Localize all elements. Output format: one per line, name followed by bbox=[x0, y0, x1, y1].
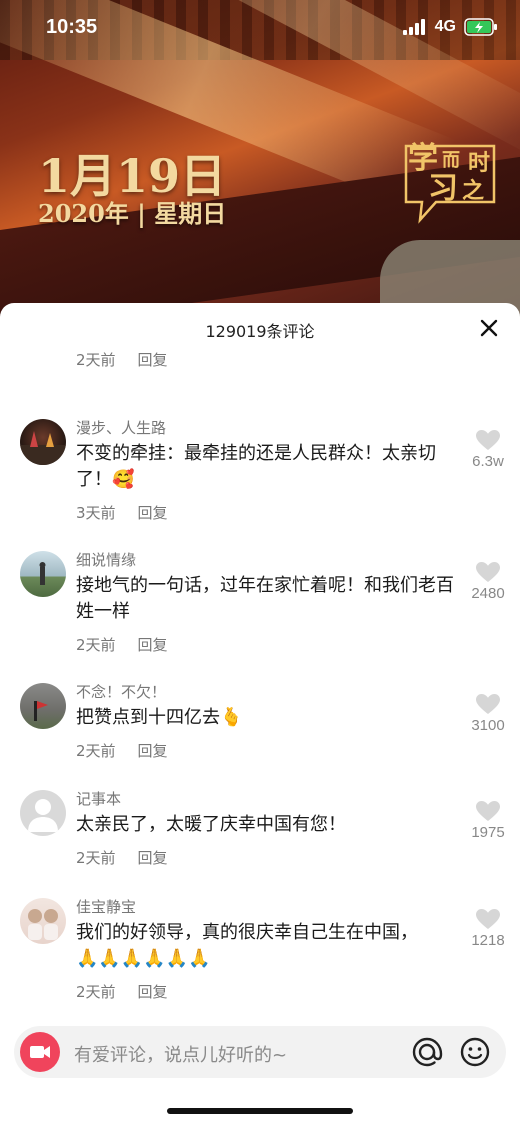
status-indicators: 4G bbox=[402, 18, 498, 36]
comment-body: 太亲民了，太暖了庆幸中国有您！ bbox=[76, 812, 460, 838]
home-indicator[interactable] bbox=[167, 1108, 353, 1114]
reply-button[interactable]: 回复 bbox=[138, 847, 168, 868]
reply-button[interactable]: 回复 bbox=[138, 740, 168, 761]
like-count: 6.3w bbox=[472, 453, 504, 470]
comment-meta: 2天前 回复 bbox=[76, 740, 168, 761]
avatar-image bbox=[20, 431, 66, 465]
comment-meta: 2天前 回复 bbox=[76, 847, 168, 868]
like-count: 3100 bbox=[471, 717, 505, 734]
comment-panel: 129019条评论 2天前 回复 4671 bbox=[0, 303, 520, 1126]
comment-text: 我们的好领导，真的很庆幸自己生在中国， bbox=[76, 922, 418, 943]
comment-time: 2天前 bbox=[76, 636, 116, 654]
heart-icon bbox=[476, 694, 500, 714]
reply-button[interactable]: 回复 bbox=[138, 981, 168, 1002]
comment-author[interactable]: 佳宝静宝 bbox=[76, 896, 136, 917]
network-label: 4G bbox=[434, 18, 456, 35]
video-comment-button[interactable] bbox=[20, 1032, 60, 1072]
emoji-icon[interactable] bbox=[458, 1035, 492, 1069]
comment-meta: 2天前 回复 bbox=[76, 349, 168, 370]
comment-body: 把赞点到十四亿去🫰 bbox=[76, 705, 460, 731]
comment-input[interactable]: 有爱评论，说点儿好听的~ bbox=[74, 1041, 287, 1067]
at-mention-icon[interactable] bbox=[410, 1035, 444, 1069]
heart-icon bbox=[476, 909, 500, 929]
comment-author[interactable]: 细说情缘 bbox=[76, 549, 136, 570]
comment-text: 把赞点到十四亿去 bbox=[76, 707, 220, 728]
comment-time: 2天前 bbox=[76, 983, 116, 1001]
heart-icon bbox=[476, 430, 500, 450]
comment-input-bar[interactable]: 有爱评论，说点儿好听的~ bbox=[14, 1026, 506, 1078]
like-count: 1975 bbox=[471, 824, 505, 841]
comment-count-title: 129019条评论 bbox=[205, 322, 315, 341]
like-button[interactable]: 2480 bbox=[466, 561, 510, 602]
like-count: 2480 bbox=[471, 585, 505, 602]
svg-text:而: 而 bbox=[442, 150, 460, 171]
comment-list[interactable]: 2天前 回复 4671 漫步、人生路 不变的牵挂：最牵挂的还是人民群众！太亲切了… bbox=[0, 343, 520, 1013]
comment-text: 太亲民了，太暖了庆幸中国有您！ bbox=[76, 814, 346, 835]
comment-meta: 3天前 回复 bbox=[76, 502, 168, 523]
heart-icon bbox=[476, 801, 500, 821]
avatar[interactable] bbox=[20, 419, 66, 465]
avatar-image bbox=[39, 562, 46, 585]
like-button[interactable]: 1218 bbox=[466, 908, 510, 949]
close-icon[interactable] bbox=[478, 317, 500, 339]
comment-meta: 2天前 回复 bbox=[76, 634, 168, 655]
comment-author[interactable]: 不念！不欠！ bbox=[76, 681, 166, 702]
comment-author[interactable]: 记事本 bbox=[76, 788, 121, 809]
like-button[interactable]: 3100 bbox=[466, 693, 510, 734]
avatar[interactable] bbox=[20, 683, 66, 729]
like-count: 1218 bbox=[471, 932, 505, 949]
avatar[interactable] bbox=[20, 790, 66, 836]
signal-icon bbox=[402, 19, 425, 35]
comment-text: 接地气的一句话，过年在家忙着呢！和我们老百姓一样 bbox=[76, 575, 454, 622]
reply-button[interactable]: 回复 bbox=[138, 634, 168, 655]
comment-author[interactable]: 漫步、人生路 bbox=[76, 417, 166, 438]
xuexi-logo: 学 而 时 习 之 bbox=[404, 141, 496, 224]
comment-time: 2天前 bbox=[76, 742, 116, 760]
avatar[interactable] bbox=[20, 551, 66, 597]
heart-icon bbox=[476, 562, 500, 582]
avatar-image bbox=[34, 701, 48, 721]
comment-body: 不变的牵挂：最牵挂的还是人民群众！太亲切了！🥰 bbox=[76, 441, 460, 493]
comment-body: 接地气的一句话，过年在家忙着呢！和我们老百姓一样 bbox=[76, 573, 460, 625]
svg-text:习: 习 bbox=[428, 171, 458, 206]
svg-text:时: 时 bbox=[468, 150, 490, 176]
avatar[interactable] bbox=[20, 898, 66, 944]
comment-time: 2天前 bbox=[76, 351, 116, 369]
reply-button[interactable]: 回复 bbox=[138, 349, 168, 370]
battery-charging-icon bbox=[464, 18, 497, 36]
svg-text:之: 之 bbox=[462, 178, 484, 204]
like-button[interactable]: 6.3w bbox=[466, 429, 510, 470]
avatar-image bbox=[28, 909, 58, 940]
default-avatar-icon bbox=[28, 799, 58, 832]
comment-meta: 2天前 回复 bbox=[76, 981, 168, 1002]
camera-icon bbox=[30, 1046, 50, 1058]
video-date-sub: 2020年 | 星期日 bbox=[38, 199, 227, 228]
emoji: 🥰 bbox=[112, 469, 135, 490]
status-time: 10:35 bbox=[46, 16, 98, 38]
comment-body: 我们的好领导，真的很庆幸自己生在中国， 🙏🙏🙏🙏🙏🙏 bbox=[76, 920, 460, 972]
status-bar: 10:35 4G bbox=[0, 0, 520, 56]
emoji: 🙏🙏🙏🙏🙏🙏 bbox=[76, 948, 211, 969]
comment-time: 2天前 bbox=[76, 849, 116, 867]
reply-button[interactable]: 回复 bbox=[138, 502, 168, 523]
like-button[interactable]: 1975 bbox=[466, 800, 510, 841]
emoji: 🫰 bbox=[220, 707, 243, 728]
comment-time: 3天前 bbox=[76, 504, 116, 522]
